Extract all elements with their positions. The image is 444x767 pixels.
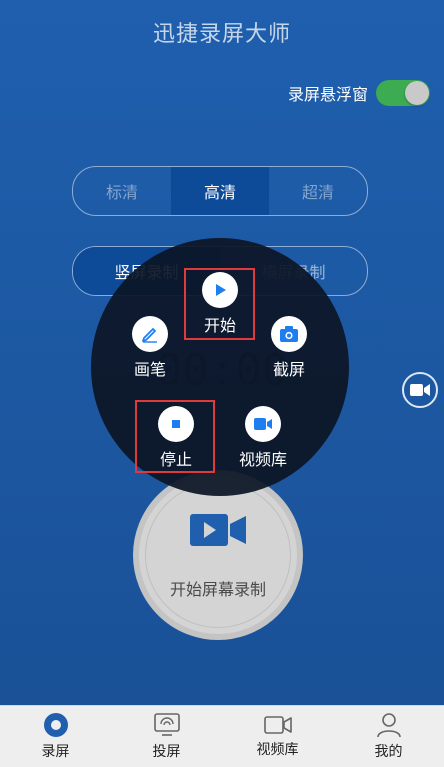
nav-cast[interactable]: 投屏: [111, 706, 222, 767]
menu-brush-button[interactable]: 画笔: [127, 316, 173, 380]
video-camera-icon: [263, 716, 292, 734]
bottom-navigation: 录屏 投屏 视频库 我的: [0, 705, 444, 767]
pen-icon: [142, 328, 157, 343]
quality-option-hd[interactable]: 高清: [171, 167, 269, 215]
app-title: 迅捷录屏大师: [152, 22, 291, 47]
menu-screenshot-label: 截屏: [272, 360, 305, 379]
video-camera-icon: [410, 384, 430, 396]
video-library-icon-circle: [245, 406, 281, 442]
brush-icon-circle: [132, 316, 168, 352]
person-icon: [376, 713, 401, 738]
camera-icon-circle: [271, 316, 307, 352]
nav-video-library-label: 视频库: [256, 742, 299, 758]
menu-video-library-button[interactable]: 视频库: [235, 406, 291, 470]
nav-record-label: 录屏: [41, 744, 70, 760]
toggle-knob: [405, 81, 429, 105]
floating-window-setting: 录屏悬浮窗: [288, 80, 430, 106]
start-highlight-box: [184, 268, 255, 340]
nav-cast-label: 投屏: [152, 744, 181, 760]
camera-icon: [280, 326, 298, 342]
floating-window-toggle[interactable]: [376, 80, 430, 106]
cast-icon: [153, 713, 180, 736]
floating-window-label: 录屏悬浮窗: [287, 85, 368, 104]
menu-screenshot-button[interactable]: 截屏: [266, 316, 312, 380]
quality-option-sd[interactable]: 标清: [73, 167, 171, 215]
nav-profile[interactable]: 我的: [333, 706, 444, 767]
quality-selector: 标清 高清 超清: [72, 166, 368, 216]
menu-video-library-label: 视频库: [238, 450, 287, 469]
stop-highlight-box: [135, 400, 215, 473]
nav-profile-label: 我的: [374, 744, 403, 760]
record-button-ring: [145, 482, 291, 628]
video-camera-icon: [254, 418, 272, 430]
menu-brush-label: 画笔: [133, 360, 166, 379]
record-icon: [43, 713, 68, 737]
nav-video-library[interactable]: 视频库: [222, 706, 333, 767]
quality-option-uhd[interactable]: 超清: [269, 167, 367, 215]
floating-camera-button[interactable]: [402, 372, 438, 408]
nav-record[interactable]: 录屏: [0, 706, 111, 767]
